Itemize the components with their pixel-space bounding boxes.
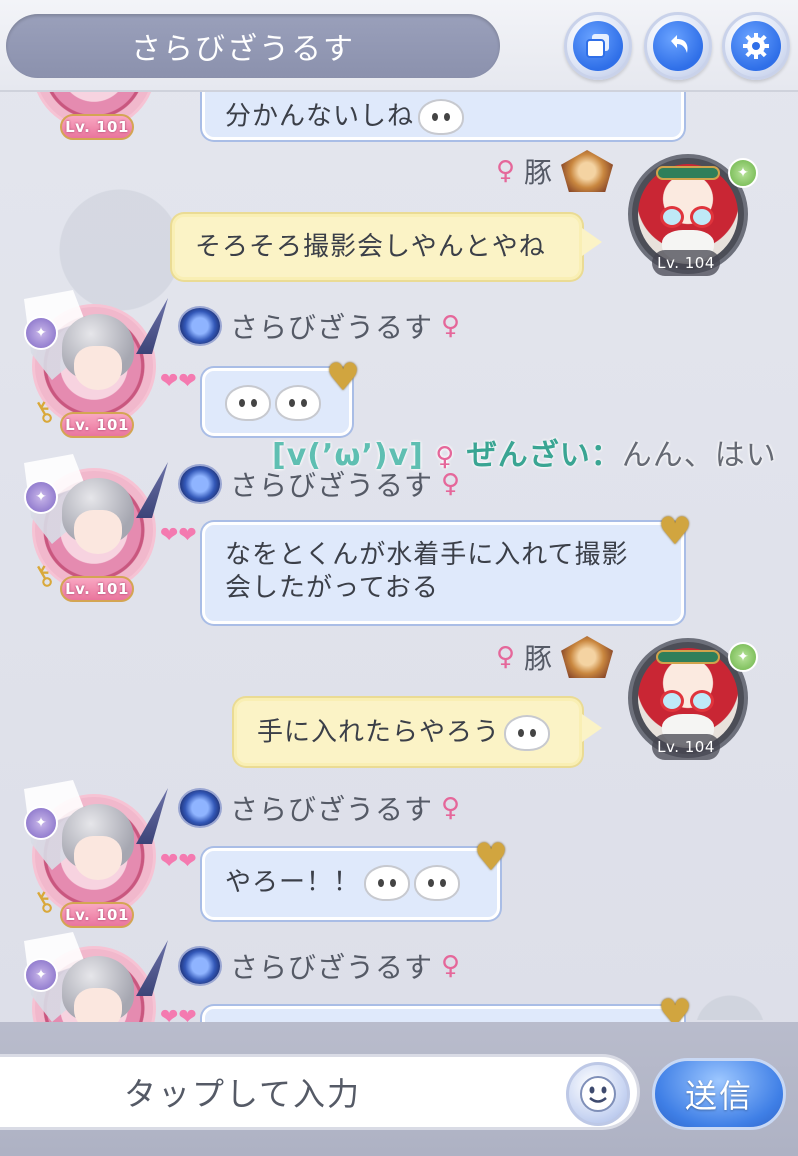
female-icon: ♀ <box>441 951 462 981</box>
level-badge: Lv. 101 <box>60 114 134 140</box>
message-text-line1: なをとくんが水着手に入れて撮影 <box>225 540 629 570</box>
gold-heart-icon: ♥ <box>326 355 361 399</box>
avatar-sarabizaurusu[interactable]: ✦ <box>24 932 174 1022</box>
sender-name: 豚 <box>524 156 554 189</box>
stamp-icon <box>504 715 551 751</box>
sender-row: さらびざうるす ♀ <box>178 788 461 828</box>
sender-name: 豚 <box>524 642 554 675</box>
message-bubble[interactable]: なをとくんが水着手に入れて撮影 会したがっておる <box>202 522 684 624</box>
class-badge-icon: ✦ <box>24 806 58 840</box>
guild-emblem-icon <box>178 788 222 828</box>
emoji-icon <box>580 1076 616 1112</box>
heart-icon: ❤❤ <box>160 849 197 874</box>
female-icon: ♀ <box>441 793 462 823</box>
message-bubble-own[interactable]: 手に入れたらやろう <box>234 698 582 766</box>
heart-icon: ❤❤ <box>160 1005 197 1023</box>
guild-emblem-icon <box>561 636 614 678</box>
window-button[interactable] <box>564 12 632 80</box>
chat-log[interactable]: Lv. 101 分かんないしね ♀ 豚 ✦ Lv. 104 そろそろ撮影会しやん… <box>0 92 798 1022</box>
level-badge: Lv. 104 <box>652 250 720 276</box>
bubble-tail <box>582 228 602 256</box>
level-badge: Lv. 101 <box>60 902 134 928</box>
gear-icon <box>731 21 781 71</box>
guild-emblem-icon <box>178 306 222 346</box>
goggles-icon <box>656 650 720 664</box>
guild-emblem-icon <box>561 150 614 192</box>
message-text: そろそろ撮影会しやんとやね <box>195 232 546 262</box>
stamp-icon <box>414 865 461 901</box>
class-badge-icon: ✦ <box>24 316 58 350</box>
gold-heart-icon: ♥ <box>474 835 509 879</box>
sender-name: さらびざうるす <box>230 311 434 344</box>
class-badge-icon: ✦ <box>728 642 758 672</box>
sender-name: さらびざうるす <box>230 793 434 826</box>
female-icon: ♀ <box>441 311 462 341</box>
back-button[interactable] <box>644 12 712 80</box>
gold-heart-icon: ♥ <box>658 991 693 1022</box>
avatar-sarabizaurusu[interactable]: ✦ ⚷ Lv. 101 <box>24 454 174 604</box>
stamp-icon <box>418 99 465 135</box>
message-bubble-own[interactable]: そろそろ撮影会しやんとやね <box>172 214 582 280</box>
guild-emblem-icon <box>178 464 222 504</box>
message-bubble[interactable]: やろー！！ <box>202 848 500 920</box>
message-input[interactable]: タップして入力 <box>0 1054 640 1130</box>
guild-emblem-icon <box>178 946 222 986</box>
avatar-sarabizaurusu[interactable]: ✦ ⚷ Lv. 101 <box>24 780 174 930</box>
send-button[interactable]: 送信 <box>652 1058 786 1130</box>
sender-name: さらびざうるす <box>230 951 434 984</box>
sender-row: ♀ 豚 <box>496 636 614 678</box>
female-icon: ♀ <box>435 442 456 472</box>
gold-heart-icon: ♥ <box>658 509 693 553</box>
avatar-sarabizaurusu[interactable]: ✦ ⚷ Lv. 101 <box>24 290 174 440</box>
input-bar: タップして入力 送信 <box>0 1022 798 1156</box>
emoji-button[interactable] <box>566 1062 630 1126</box>
class-badge-icon: ✦ <box>24 480 58 514</box>
stamp-icon <box>364 865 411 901</box>
level-badge: Lv. 101 <box>60 412 134 438</box>
back-icon <box>653 21 703 71</box>
heart-icon: ❤❤ <box>160 523 197 548</box>
chat-screen: さらびざうるす Lv. 101 分かんないしね ♀ 豚 ✦ Lv. 104 そろ… <box>0 0 798 1156</box>
sender-row: さらびざうるす ♀ <box>178 306 461 346</box>
stamp-icon <box>275 385 321 421</box>
female-icon: ♀ <box>496 156 517 186</box>
message-text-line2: 会したがっておる <box>225 572 439 603</box>
avatar-sarabizaurusu[interactable]: Lv. 101 <box>24 92 174 142</box>
level-badge: Lv. 101 <box>60 576 134 602</box>
header: さらびざうるす <box>0 0 798 92</box>
level-badge: Lv. 104 <box>652 734 720 760</box>
settings-button[interactable] <box>722 12 790 80</box>
message-bubble[interactable] <box>202 1006 684 1022</box>
message-bubble[interactable]: 分かんないしね <box>202 92 684 140</box>
message-text: やろー！！ <box>225 867 361 898</box>
message-text: 手に入れたらやろう <box>257 717 501 748</box>
avatar-buta[interactable]: ✦ Lv. 104 <box>628 638 758 768</box>
stamp-icon <box>225 385 271 421</box>
message-text: 分かんないしね <box>225 101 415 132</box>
sender-row: ♀ 豚 <box>496 150 614 192</box>
overlay-chat-line: [v(’ω’)v] ♀ ぜんざい：んん、はい <box>272 438 777 473</box>
chat-title: さらびざうるす <box>6 14 500 78</box>
female-icon: ♀ <box>496 642 517 672</box>
window-icon <box>573 21 623 71</box>
class-badge-icon: ✦ <box>728 158 758 188</box>
goggles-icon <box>656 166 720 180</box>
class-badge-icon: ✦ <box>24 958 58 992</box>
bubble-tail <box>582 714 602 742</box>
sender-row: さらびざうるす ♀ <box>178 946 461 986</box>
avatar-buta[interactable]: ✦ Lv. 104 <box>628 154 758 284</box>
heart-icon: ❤❤ <box>160 369 197 394</box>
